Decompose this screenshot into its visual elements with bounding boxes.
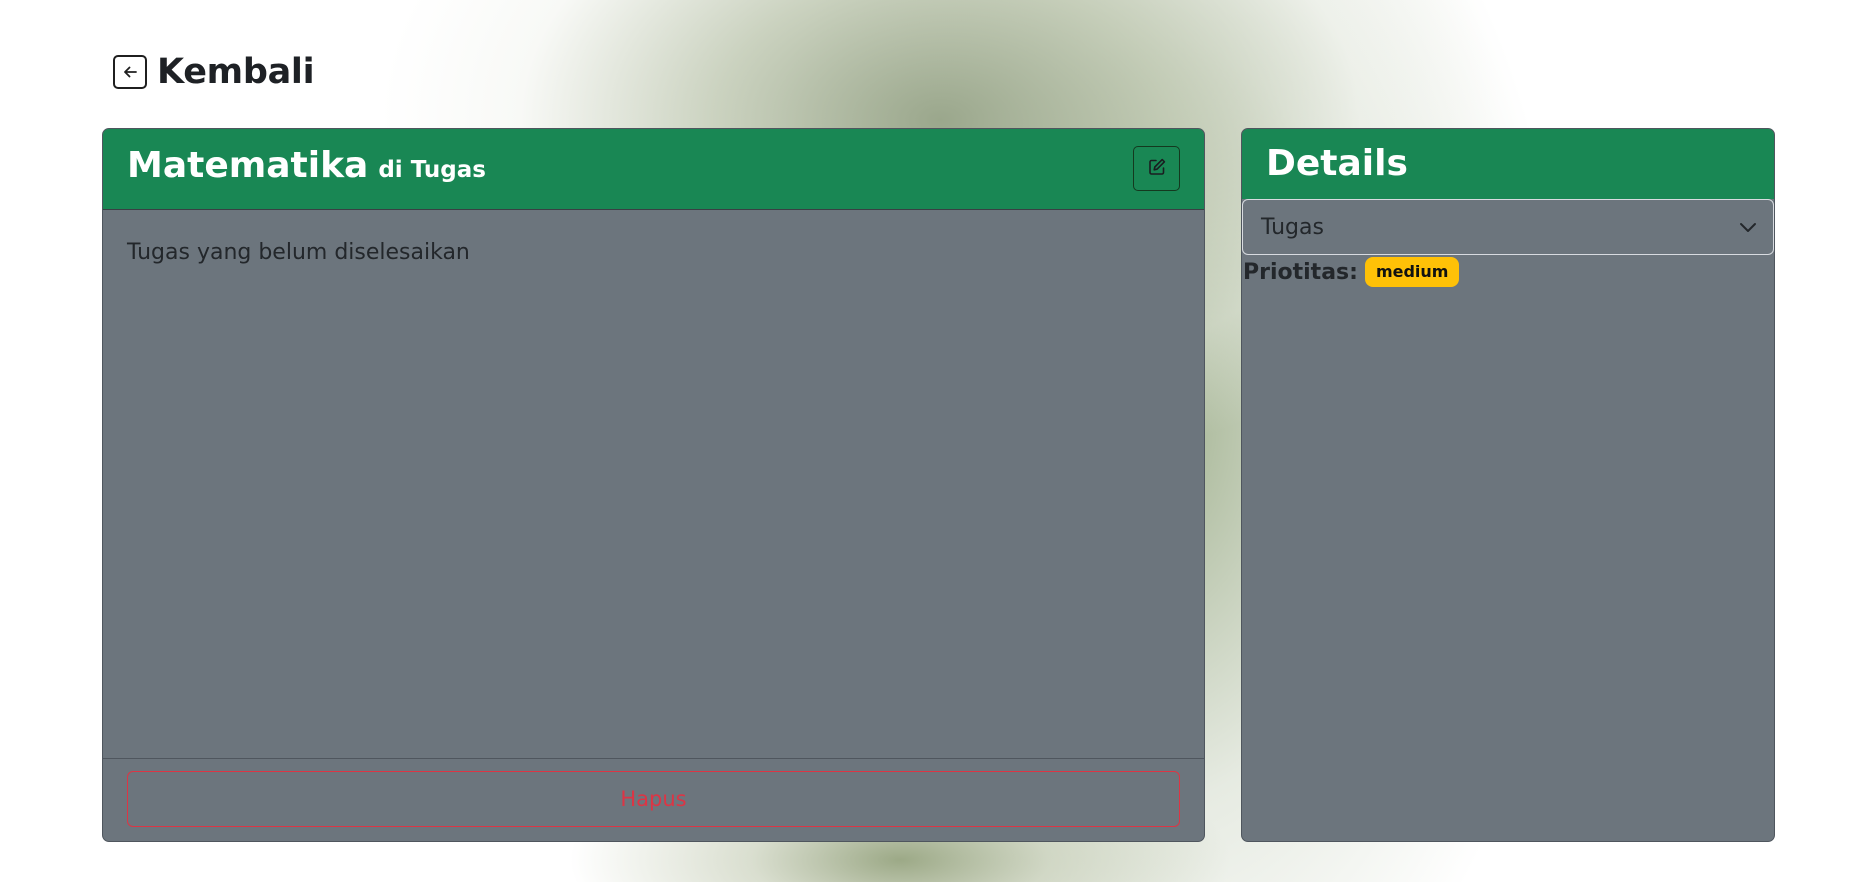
edit-button[interactable] (1133, 146, 1180, 191)
chevron-down-icon (1737, 216, 1759, 244)
task-description: Tugas yang belum diselesaikan (127, 240, 470, 265)
task-card-footer: Hapus (103, 758, 1204, 841)
task-title: Matematika (127, 145, 369, 186)
task-card-header: Matematika di Tugas (103, 129, 1204, 210)
details-card-header: Details (1242, 129, 1774, 199)
back-button[interactable]: Kembali (113, 52, 315, 92)
arrow-left-icon (113, 55, 147, 89)
back-label: Kembali (157, 52, 315, 92)
category-select-value: Tugas (1261, 214, 1324, 240)
pencil-square-icon (1147, 157, 1167, 181)
task-card: Matematika di Tugas Tugas yang belum dis… (102, 128, 1205, 842)
details-card: Details Tugas Priotitas: medium (1241, 128, 1775, 842)
priority-label: Priotitas: (1243, 259, 1358, 285)
task-title-group: Matematika di Tugas (127, 145, 486, 186)
task-category: di Tugas (378, 157, 486, 183)
delete-button[interactable]: Hapus (127, 771, 1180, 827)
details-heading: Details (1266, 143, 1408, 184)
details-title-group: Details (1266, 143, 1408, 184)
priority-badge: medium (1364, 257, 1460, 287)
priority-row: Priotitas: medium (1243, 257, 1460, 287)
category-select[interactable]: Tugas (1242, 199, 1774, 255)
